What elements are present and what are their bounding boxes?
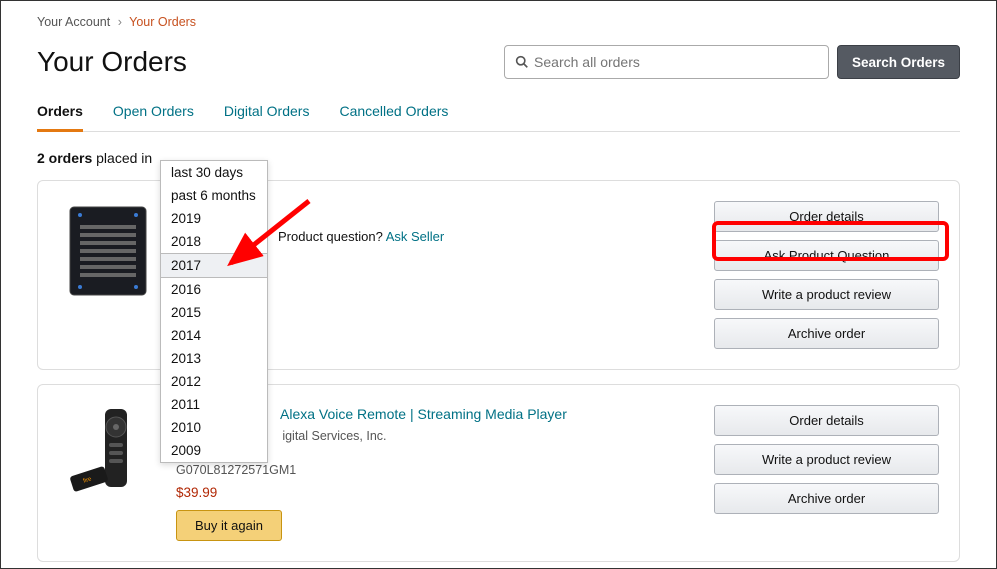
product-title-link[interactable]: Alexa Voice Remote | Streaming Media Pla… [277,406,567,422]
search-input[interactable] [534,54,818,70]
ask-seller-line: Product question? Ask Seller [278,229,696,244]
filter-option-highlighted[interactable]: 2017 [161,253,267,278]
search-box[interactable] [504,45,829,79]
product-thumbnail[interactable] [58,201,158,301]
app-frame: Your Account › Your Orders Your Orders S… [0,0,997,569]
breadcrumb: Your Account › Your Orders [37,15,960,29]
header: Your Orders Search Orders [37,45,960,79]
filter-option[interactable]: 2019 [161,207,267,230]
order-details-button[interactable]: Order details [714,201,939,232]
ask-seller-link[interactable]: Ask Seller [386,229,445,244]
filter-option[interactable]: 2015 [161,301,267,324]
order-actions: Order details Write a product review Arc… [714,405,939,541]
ask-seller-prefix: Product question? [278,229,386,244]
filter-option[interactable]: 2014 [161,324,267,347]
filter-option[interactable]: 2013 [161,347,267,370]
buy-it-again-button[interactable]: Buy it again [176,510,282,541]
filter-option[interactable]: 2016 [161,278,267,301]
filter-option[interactable]: 2011 [161,393,267,416]
serial-value: G070L81272571GM1 [176,463,696,477]
page-title: Your Orders [37,46,187,78]
archive-order-button[interactable]: Archive order [714,318,939,349]
orders-count-suffix: placed in [92,150,152,166]
breadcrumb-sep: › [118,15,122,29]
product-thumbnail[interactable]: fire [58,405,158,505]
ask-product-question-button[interactable]: Ask Product Question [714,240,939,271]
write-review-button[interactable]: Write a product review [714,444,939,475]
orders-count-number: 2 orders [37,150,92,166]
filter-option[interactable]: last 30 days [161,161,267,184]
filter-option[interactable]: 2018 [161,230,267,253]
order-actions: Order details Ask Product Question Write… [714,201,939,349]
write-review-button[interactable]: Write a product review [714,279,939,310]
tab-cancelled-orders[interactable]: Cancelled Orders [339,103,448,131]
search-icon [515,55,528,69]
tab-digital-orders[interactable]: Digital Orders [224,103,310,131]
filter-option[interactable]: 2010 [161,416,267,439]
archive-order-button[interactable]: Archive order [714,483,939,514]
breadcrumb-parent[interactable]: Your Account [37,15,110,29]
tab-open-orders[interactable]: Open Orders [113,103,194,131]
order-details-button[interactable]: Order details [714,405,939,436]
tab-orders[interactable]: Orders [37,103,83,132]
tabs: Orders Open Orders Digital Orders Cancel… [37,103,960,132]
filter-option[interactable]: 2012 [161,370,267,393]
search-orders-button[interactable]: Search Orders [837,45,960,79]
breadcrumb-current: Your Orders [129,15,196,29]
filter-option[interactable]: past 6 months [161,184,267,207]
product-price: $39.99 [176,485,696,500]
time-filter-dropdown[interactable]: last 30 days past 6 months 2019 2018 201… [160,160,268,463]
search-area: Search Orders [504,45,960,79]
filter-option[interactable]: 2009 [161,439,267,462]
